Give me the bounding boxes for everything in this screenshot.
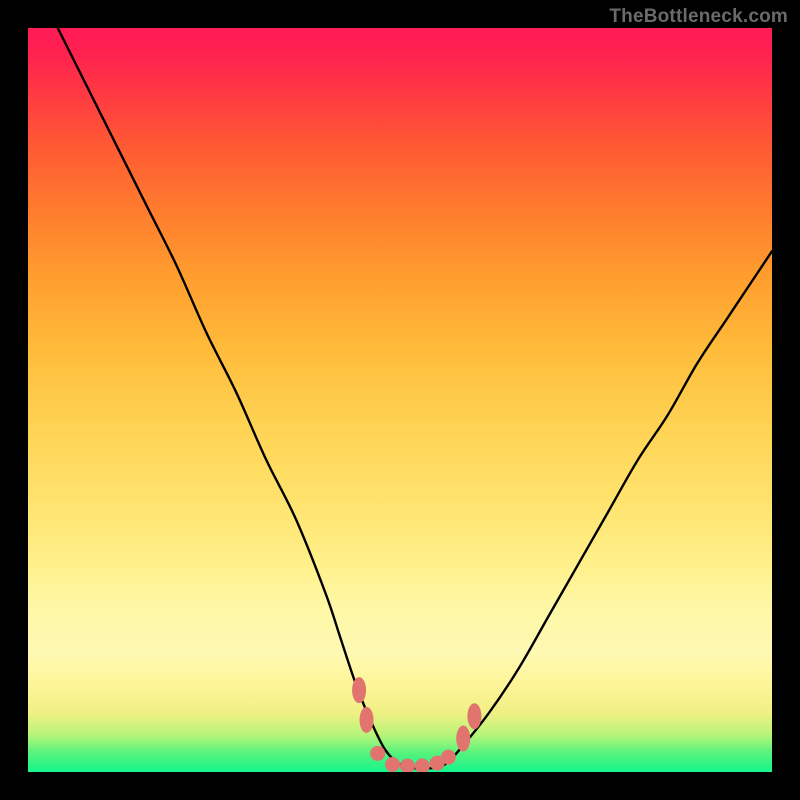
data-marker bbox=[456, 726, 470, 752]
data-marker bbox=[441, 750, 456, 765]
data-marker bbox=[385, 757, 400, 772]
bottleneck-chart-svg bbox=[28, 28, 772, 772]
chart-frame: TheBottleneck.com bbox=[0, 0, 800, 800]
data-marker bbox=[415, 759, 430, 772]
data-marker bbox=[360, 707, 374, 733]
data-marker bbox=[370, 746, 385, 761]
data-marker bbox=[467, 703, 481, 729]
plot-area bbox=[28, 28, 772, 772]
bottleneck-curve bbox=[58, 28, 772, 769]
data-marker bbox=[400, 759, 415, 772]
watermark-text: TheBottleneck.com bbox=[609, 6, 788, 28]
data-marker bbox=[352, 677, 366, 703]
marker-group bbox=[352, 677, 481, 772]
